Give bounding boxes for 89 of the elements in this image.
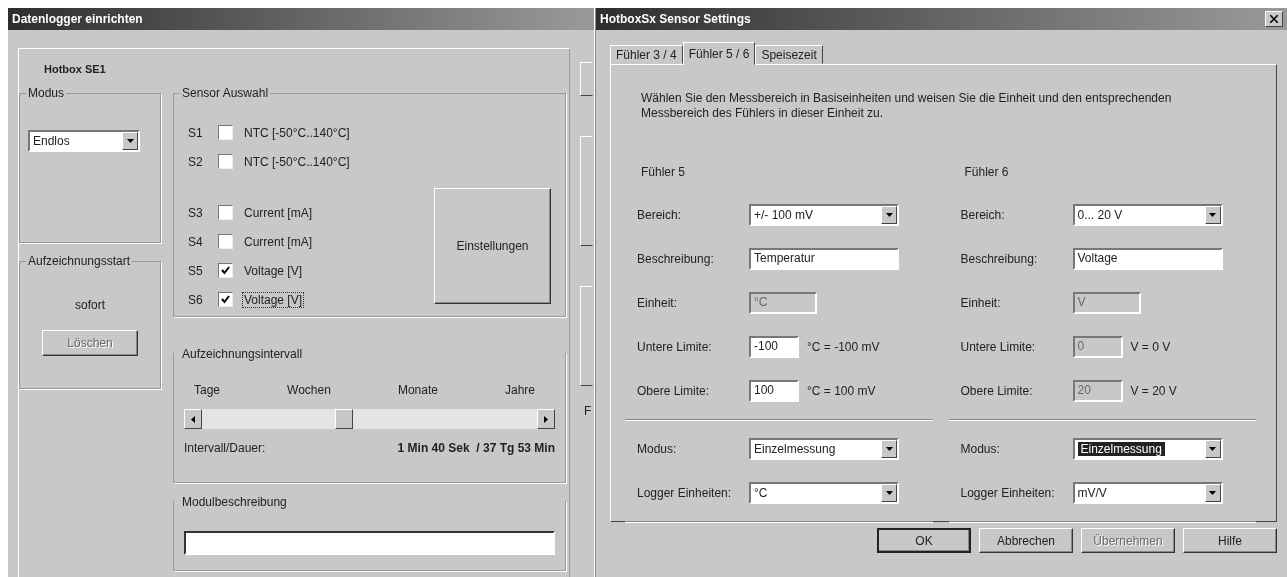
tab[interactable]: Speisezeit bbox=[755, 45, 823, 64]
caret-icon bbox=[1204, 484, 1221, 502]
description-field[interactable] bbox=[184, 531, 555, 555]
field-label: Einheit: bbox=[637, 296, 679, 310]
checkbox-label: Voltage [V] bbox=[243, 263, 304, 278]
instruction-text: Wählen Sie den Messbereich in Basiseinheiten und weisen Sie die Einheit und den entsprechenden Messbereich des Fühlers in dieser Einheit zu. bbox=[641, 91, 1173, 121]
dropdown[interactable]: +/- 100 mV bbox=[749, 204, 899, 226]
caret-icon bbox=[881, 484, 897, 502]
input-field[interactable]: Voltage bbox=[1072, 248, 1223, 270]
dropdown[interactable]: Einzelmessung bbox=[749, 438, 899, 460]
sensor-id: S2 bbox=[188, 154, 204, 169]
field-label: Logger Einheiten: bbox=[637, 486, 733, 500]
checkbox[interactable] bbox=[218, 234, 233, 249]
checkbox-label: NTC [-50°C..140°C] bbox=[243, 125, 351, 140]
settings-button[interactable]: Einstellungen bbox=[434, 188, 551, 304]
section-title: Fühler 5 bbox=[640, 165, 687, 179]
input-field[interactable]: -100 bbox=[749, 336, 799, 358]
checkbox[interactable] bbox=[218, 263, 233, 278]
unit-equation: V = 0 V bbox=[1130, 340, 1171, 354]
section-title: Fühler 6 bbox=[963, 165, 1010, 179]
group-label: Modus bbox=[26, 86, 67, 100]
left-arrow-icon bbox=[191, 415, 195, 423]
sensor-id: S4 bbox=[188, 234, 204, 249]
checkbox-label: Current [mA] bbox=[243, 234, 313, 249]
field-label: Obere Limite: bbox=[637, 384, 711, 398]
dropdown[interactable]: 0... 20 V bbox=[1072, 204, 1223, 226]
group-label: Aufzeichnungsstart bbox=[26, 254, 133, 268]
checkbox[interactable] bbox=[218, 292, 233, 307]
caret-icon bbox=[122, 132, 138, 150]
field-label: Beschreibung: bbox=[960, 252, 1039, 266]
group-label: F bbox=[583, 404, 593, 418]
dropdown[interactable]: mV/V bbox=[1072, 482, 1223, 504]
dialog-button[interactable]: Abbrechen bbox=[979, 528, 1073, 553]
caret-icon bbox=[881, 440, 897, 458]
sensor-id: S6 bbox=[188, 292, 204, 307]
interval-value: 1 Min 40 Sek / 37 Tg 53 Min bbox=[397, 441, 555, 455]
checkbox[interactable] bbox=[218, 125, 233, 140]
unit-equation: °C = -100 mV bbox=[807, 340, 880, 354]
caret-icon bbox=[1204, 440, 1221, 458]
right-arrow-button[interactable] bbox=[537, 409, 555, 429]
left-arrow-button[interactable] bbox=[184, 409, 202, 429]
field-label: Logger Einheiten: bbox=[960, 486, 1056, 500]
right-arrow-icon bbox=[544, 415, 548, 423]
close-button[interactable] bbox=[1265, 11, 1283, 27]
device-tab[interactable]: Hotbox SE1 bbox=[44, 63, 106, 75]
sensor-id: S3 bbox=[188, 205, 204, 220]
field-label: Einheit: bbox=[960, 296, 1002, 310]
group-label: Modulbeschreibung bbox=[180, 495, 289, 509]
tab[interactable]: Fühler 5 / 6 bbox=[682, 42, 756, 65]
checkbox-label: Voltage [V] bbox=[243, 292, 304, 307]
slider-thumb[interactable] bbox=[335, 409, 354, 429]
window-title: Datenlogger einrichten bbox=[12, 12, 143, 26]
dialog-button[interactable]: OK bbox=[877, 528, 971, 553]
button[interactable] bbox=[580, 62, 593, 96]
dropdown[interactable]: Endlos bbox=[28, 130, 140, 152]
sensor-id: S5 bbox=[188, 263, 204, 278]
field-label: Obere Limite: bbox=[960, 384, 1034, 398]
field-label: Bereich: bbox=[637, 208, 683, 222]
caret-icon bbox=[1204, 206, 1221, 224]
dropdown[interactable]: Einzelmessung bbox=[1072, 438, 1223, 460]
tab[interactable]: Fühler 3 / 4 bbox=[610, 45, 683, 64]
dialog-button[interactable]: Hilfe bbox=[1183, 528, 1277, 553]
dropdown[interactable]: °C bbox=[749, 482, 899, 504]
field-label: Beschreibung: bbox=[637, 252, 715, 266]
scale-label: Monate bbox=[397, 383, 438, 397]
field-label: Modus: bbox=[637, 442, 678, 456]
scale-label: Tage bbox=[194, 383, 221, 397]
sensor-id: S1 bbox=[188, 125, 204, 140]
scale-label: Jahre bbox=[504, 383, 535, 397]
interval-caption: Intervall/Dauer: bbox=[184, 441, 266, 455]
start-text: sofort bbox=[75, 298, 105, 312]
field-label: Untere Limite: bbox=[637, 340, 713, 354]
scale-label: Wochen bbox=[287, 383, 331, 397]
checkbox-label: NTC [-50°C..140°C] bbox=[243, 154, 351, 169]
close-icon bbox=[1270, 15, 1278, 23]
field-label: Untere Limite: bbox=[960, 340, 1037, 354]
input-field[interactable]: Temperatur bbox=[749, 248, 899, 270]
checkbox[interactable] bbox=[218, 205, 233, 220]
field-label: Bereich: bbox=[960, 208, 1006, 222]
input-field[interactable]: 100 bbox=[749, 380, 799, 402]
checkbox-label: Current [mA] bbox=[243, 205, 313, 220]
unit-equation: V = 20 V bbox=[1130, 384, 1177, 398]
caret-icon bbox=[881, 206, 897, 224]
group-label: Aufzeichnungsintervall bbox=[180, 347, 305, 361]
group-label: Sensor Auswahl bbox=[180, 86, 271, 100]
window-title: HotboxSx Sensor Settings bbox=[600, 12, 751, 26]
field-label: Modus: bbox=[960, 442, 1001, 456]
unit-equation: °C = 100 mV bbox=[807, 384, 876, 398]
checkbox[interactable] bbox=[218, 154, 233, 169]
